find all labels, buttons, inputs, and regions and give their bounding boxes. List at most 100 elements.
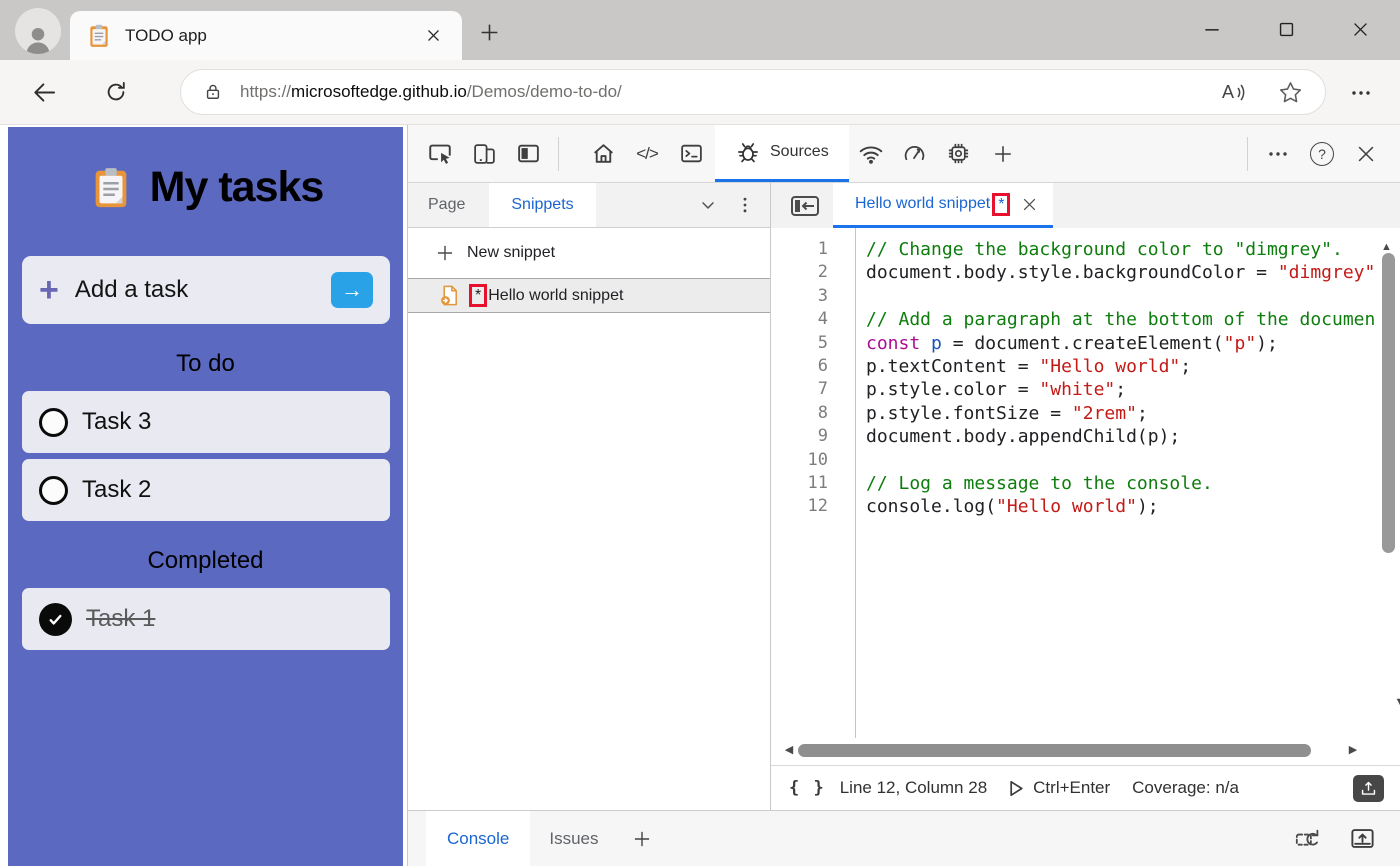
browser-window: TODO app [0,0,1400,866]
line-number[interactable]: 9 [771,425,828,448]
export-snippet-button[interactable] [1353,775,1384,802]
task-checkbox[interactable] [39,476,68,505]
toolbar-separator [558,137,559,171]
navigator-tab-snippets[interactable]: Snippets [489,183,595,227]
drawer-tab-issues[interactable]: Issues [530,811,617,866]
editor-gutter[interactable]: 123456789101112 [771,228,856,738]
line-number[interactable]: 12 [771,495,828,518]
line-number[interactable]: 2 [771,261,828,284]
code-line[interactable]: document.body.appendChild(p); [866,425,1374,448]
snippet-list-item[interactable]: * Hello world snippet [408,278,770,313]
task-checkbox[interactable] [39,408,68,437]
add-task-submit-button[interactable]: → [331,272,373,308]
performance-gauge-icon[interactable] [893,125,937,182]
devtools-more-menu-icon[interactable] [1256,125,1300,182]
more-tabs-plus-icon[interactable] [981,125,1025,182]
code-line[interactable]: const p = document.createElement("p"); [866,332,1374,355]
navigator-tab-page[interactable]: Page [408,183,485,227]
favorites-star-icon[interactable] [1278,80,1303,105]
code-editor[interactable]: 123456789101112 // Change the background… [771,228,1400,738]
editor-status-bar: { } Line 12, Column 28 Ctrl+Enter Covera… [771,765,1400,810]
network-wifi-icon[interactable] [849,125,893,182]
task-item[interactable]: Task 3 [22,391,390,453]
editor-tab-close-icon[interactable] [1017,192,1041,216]
code-line[interactable]: p.style.color = "white"; [866,378,1374,401]
read-aloud-icon[interactable] [1222,82,1248,103]
line-number[interactable]: 6 [771,355,828,378]
line-number[interactable]: 3 [771,285,828,308]
device-emulation-icon[interactable] [462,125,506,182]
drawer-more-tabs-icon[interactable] [626,823,658,855]
browser-tab[interactable]: TODO app [70,11,462,60]
task-checkbox-checked[interactable] [39,603,72,636]
toolbar-separator [1247,137,1248,171]
url-input[interactable]: https://microsoftedge.github.io/Demos/de… [180,69,1326,115]
restore-snippet-icon[interactable] [1294,825,1321,852]
format-braces-icon[interactable]: { } [789,778,826,798]
code-line[interactable]: console.log("Hello world"); [866,495,1374,518]
task-item[interactable]: Task 2 [22,459,390,521]
window-close-icon[interactable] [1342,14,1378,44]
run-snippet-icon[interactable] [1001,774,1029,802]
profile-avatar[interactable] [15,8,61,54]
reload-icon[interactable] [94,70,138,114]
vertical-scrollbar[interactable] [1381,237,1397,729]
code-line[interactable] [866,285,1374,308]
code-line[interactable]: p.textContent = "Hello world"; [866,355,1374,378]
clipboard-favicon [86,23,112,49]
editor-code[interactable]: // Change the background color to "dimgr… [856,228,1374,738]
devtools-help-icon[interactable]: ? [1300,125,1344,182]
add-task-input[interactable]: + Add a task → [22,256,390,324]
window-minimize-icon[interactable] [1194,14,1230,44]
code-line[interactable]: // Log a message to the console. [866,472,1374,495]
horizontal-scroll-thumb[interactable] [798,744,1311,757]
horizontal-scrollbar[interactable] [771,738,1400,765]
section-heading: Completed [8,547,403,575]
new-snippet-label: New snippet [467,244,555,262]
memory-chip-icon[interactable] [937,125,981,182]
hide-navigator-icon[interactable] [787,192,823,219]
todo-header: My tasks [8,163,403,212]
line-number[interactable]: 5 [771,332,828,355]
scroll-left-icon[interactable] [781,743,797,757]
line-number[interactable]: 11 [771,472,828,495]
back-icon[interactable] [22,70,66,114]
inspect-icon[interactable] [418,125,462,182]
line-number[interactable]: 1 [771,238,828,261]
tab-sources[interactable]: Sources [715,125,849,182]
elements-tab-icon[interactable]: </> [625,125,669,182]
run-shortcut-label: Ctrl+Enter [1033,778,1110,798]
scroll-right-icon[interactable] [1345,743,1361,757]
unsaved-marker-highlight: * [992,193,1010,216]
settings-menu-icon[interactable] [1344,80,1378,106]
line-number[interactable]: 7 [771,378,828,401]
dock-side-icon[interactable] [506,125,550,182]
line-number[interactable]: 8 [771,402,828,425]
new-snippet-button[interactable]: New snippet [408,228,770,278]
code-line[interactable]: // Add a paragraph at the bottom of the … [866,308,1374,331]
drawer-tab-console[interactable]: Console [426,811,530,866]
welcome-tab-home-icon[interactable] [581,125,625,182]
line-number[interactable]: 10 [771,449,828,472]
console-tab-icon[interactable] [669,125,713,182]
scroll-down-icon[interactable] [1392,695,1400,709]
devtools-toolbar: </> Sources [408,125,1400,183]
code-line[interactable]: // Change the background color to "dimgr… [866,238,1374,261]
editor-tab[interactable]: Hello world snippet * [833,183,1053,228]
expand-drawer-icon[interactable] [1349,825,1376,852]
code-line[interactable] [866,449,1374,472]
devtools-close-icon[interactable] [1344,125,1388,182]
lock-icon [203,81,223,103]
scroll-up-icon[interactable] [1381,241,1392,253]
code-line[interactable]: p.style.fontSize = "2rem"; [866,402,1374,425]
tab-close-icon[interactable] [420,23,446,49]
line-number[interactable]: 4 [771,308,828,331]
window-maximize-icon[interactable] [1268,14,1304,44]
task-label: Task 3 [82,408,151,436]
vertical-scroll-thumb[interactable] [1382,253,1395,553]
chevron-down-icon[interactable] [698,195,718,215]
new-tab-icon[interactable] [474,19,504,45]
code-line[interactable]: document.body.style.backgroundColor = "d… [866,261,1374,284]
kebab-menu-icon[interactable] [730,190,760,220]
task-item[interactable]: Task 1 [22,588,390,650]
